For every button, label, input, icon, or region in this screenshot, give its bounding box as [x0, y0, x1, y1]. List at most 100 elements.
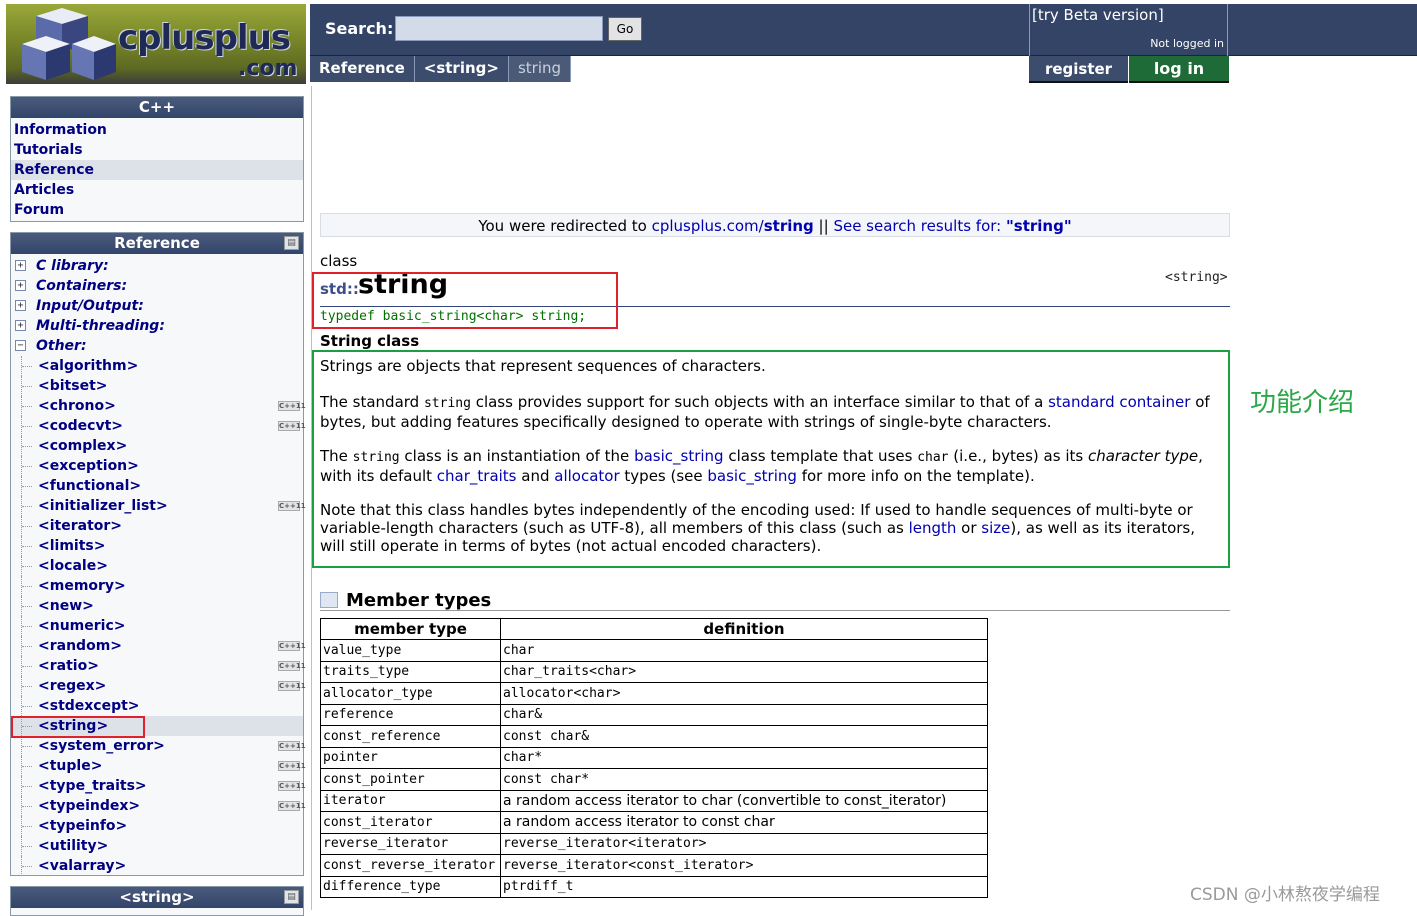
char-traits-link[interactable]: char_traits	[437, 467, 517, 485]
member-type-cell: value_type	[320, 639, 501, 662]
sidebar-item-header[interactable]: <memory>	[11, 576, 303, 596]
allocator-link[interactable]: allocator	[554, 467, 619, 485]
basic-string-link[interactable]: basic_string	[634, 447, 724, 465]
category-item[interactable]: + Input/Output:	[11, 296, 303, 316]
panel-toggle-icon[interactable]: ▤	[284, 890, 299, 904]
sidebar-item-tutorials[interactable]: Tutorials	[11, 140, 303, 160]
header-label: <valarray>	[38, 858, 127, 874]
definition-cell[interactable]: a random access iterator to char (conver…	[500, 789, 988, 812]
try-beta-link[interactable]: [try Beta version]	[1032, 6, 1164, 24]
sidebar-item-header[interactable]: <typeinfo>	[11, 816, 303, 836]
sidebar-item-articles[interactable]: Articles	[11, 180, 303, 200]
sidebar-item-header[interactable]: <utility>	[11, 836, 303, 856]
sidebar-item-header[interactable]: <numeric>	[11, 616, 303, 636]
tree-line	[21, 536, 33, 556]
expand-icon[interactable]: +	[15, 280, 26, 291]
reference-panel-title: Reference	[114, 234, 200, 252]
section-title: String class	[320, 332, 420, 350]
sidebar-item-header[interactable]: <stdexcept>	[11, 696, 303, 716]
member-types-body: value_type char traits_type char_traits<cha…	[320, 639, 988, 898]
category-item[interactable]: − Other:	[11, 336, 303, 356]
sidebar-item-header[interactable]: <new>	[11, 596, 303, 616]
cpp-panel-title: C++	[11, 97, 303, 118]
search-results-link[interactable]: See search results for: "string"	[833, 217, 1071, 235]
go-button[interactable]: Go	[608, 17, 642, 41]
definition-cell: reverse_iterator<iterator>	[500, 832, 988, 855]
register-button[interactable]: register	[1029, 56, 1128, 83]
breadcrumb-string-header[interactable]: <string>	[414, 56, 509, 82]
panel-toggle-icon[interactable]: ▤	[284, 236, 299, 250]
category-item[interactable]: + C library:	[11, 256, 303, 276]
reference-tree: + C library: + Containers: + Input/Output: + Mu…	[11, 254, 306, 876]
tree-line	[21, 596, 33, 616]
category-item[interactable]: + Containers:	[11, 276, 303, 296]
sidebar-item-header[interactable]: <exception>	[11, 456, 303, 476]
login-status: Not logged in	[1150, 37, 1224, 50]
search-query: "string"	[1005, 217, 1072, 235]
sidebar-item-header[interactable]: <bitset>	[11, 376, 303, 396]
header-label: <codecvt>	[38, 418, 124, 434]
column-header: member type	[320, 618, 501, 640]
sidebar-item-header[interactable]: <initializer_list> C++11	[11, 496, 306, 516]
member-type-cell: difference_type	[320, 875, 501, 898]
tree-line	[21, 636, 33, 656]
sidebar-item-header[interactable]: <system_error> C++11	[11, 736, 306, 756]
sidebar-item-header[interactable]: <iterator>	[11, 516, 303, 536]
table-row: const_reference const char&	[320, 725, 988, 748]
search-input[interactable]	[395, 16, 603, 41]
sidebar-item-header[interactable]: <functional>	[11, 476, 303, 496]
header-label: <new>	[38, 598, 94, 614]
sidebar-item-header[interactable]: <chrono> C++11	[11, 396, 306, 416]
breadcrumb-reference[interactable]: Reference	[310, 56, 415, 82]
sidebar-item-header[interactable]: <complex>	[11, 436, 303, 456]
definition-cell: char	[500, 639, 988, 662]
cplusplus-logo[interactable]: cplusplus .com	[6, 4, 306, 84]
sidebar-item-header[interactable]: <locale>	[11, 556, 303, 576]
category-label: Other:	[36, 338, 87, 354]
sidebar-item-header[interactable]: <typeindex> C++11	[11, 796, 306, 816]
logo-wordmark: cplusplus	[118, 18, 291, 58]
cpp11-badge-icon: C++11	[278, 661, 306, 671]
sidebar-item-header[interactable]: <type_traits> C++11	[11, 776, 306, 796]
table-row: pointer char*	[320, 746, 988, 769]
collapse-icon[interactable]: −	[15, 340, 26, 351]
sidebar-item-header[interactable]: <valarray>	[11, 856, 303, 876]
tree-line	[21, 816, 33, 836]
header-label: <exception>	[38, 458, 139, 474]
sidebar-item-forum[interactable]: Forum	[11, 200, 303, 220]
size-link[interactable]: size	[981, 519, 1010, 537]
standard-container-link[interactable]: standard container	[1048, 393, 1190, 411]
description-para-4: Note that this class handles bytes indep…	[320, 501, 1196, 555]
definition-cell[interactable]: a random access iterator to const char	[500, 811, 988, 834]
tree-line	[21, 616, 33, 636]
column-header: definition	[500, 618, 988, 640]
length-link[interactable]: length	[909, 519, 957, 537]
category-label: Containers:	[36, 278, 128, 294]
login-button[interactable]: log in	[1129, 56, 1229, 83]
breadcrumb-string: string	[508, 56, 572, 82]
expand-icon[interactable]: +	[15, 260, 26, 271]
tree-line	[21, 756, 33, 776]
sidebar-item-header[interactable]: <algorithm>	[11, 356, 303, 376]
sidebar-item-header[interactable]: <random> C++11	[11, 636, 306, 656]
sidebar-item-reference[interactable]: Reference	[11, 160, 303, 180]
sidebar-item-header[interactable]: <limits>	[11, 536, 303, 556]
redirect-prefix: You were redirected to	[478, 217, 652, 235]
sidebar-item-header[interactable]: <tuple> C++11	[11, 756, 306, 776]
definition-cell: char*	[500, 746, 988, 769]
cpp-nav-list: Information Tutorials Reference Articles For…	[11, 118, 303, 220]
cpp11-badge-icon: C++11	[278, 681, 306, 691]
sidebar-item-header[interactable]: <ratio> C++11	[11, 656, 306, 676]
redirect-link[interactable]: cplusplus.com/string	[652, 217, 814, 235]
category-label: Input/Output:	[36, 298, 144, 314]
sidebar-item-information[interactable]: Information	[11, 120, 303, 140]
member-types-table: member type definition value_type char tra…	[320, 618, 988, 898]
table-row: traits_type char_traits<char>	[320, 660, 988, 683]
sidebar-item-header[interactable]: <codecvt> C++11	[11, 416, 306, 436]
category-item[interactable]: + Multi-threading:	[11, 316, 303, 336]
sidebar-item-header[interactable]: <regex> C++11	[11, 676, 306, 696]
expand-icon[interactable]: +	[15, 300, 26, 311]
expand-icon[interactable]: +	[15, 320, 26, 331]
basic-string-link-2[interactable]: basic_string	[707, 467, 797, 485]
header-label: <functional>	[38, 478, 142, 494]
